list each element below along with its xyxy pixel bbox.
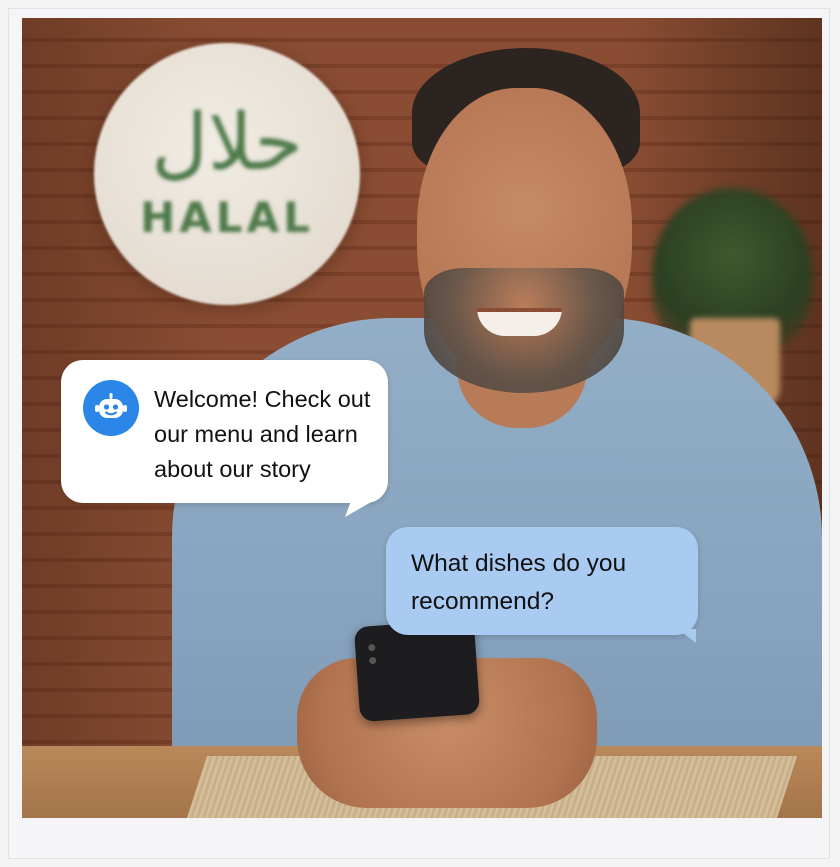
bot-message-text: Welcome! Check out our menu and learn ab… xyxy=(154,386,371,482)
halal-sign: حلال HALAL xyxy=(94,43,360,305)
halal-sign-arabic-text: حلال xyxy=(151,98,303,188)
restaurant-photo: حلال HALAL Welcome! Check out our menu a… xyxy=(22,18,822,818)
phone-camera-icon xyxy=(368,643,377,665)
bot-chat-bubble: Welcome! Check out our menu and learn ab… xyxy=(61,360,388,503)
user-chat-bubble: What dishes do you recommend? xyxy=(386,527,698,643)
robot-face-icon xyxy=(83,380,139,436)
user-message-text: What dishes do you recommend? xyxy=(411,550,627,615)
halal-sign-latin-text: HALAL xyxy=(140,193,314,242)
